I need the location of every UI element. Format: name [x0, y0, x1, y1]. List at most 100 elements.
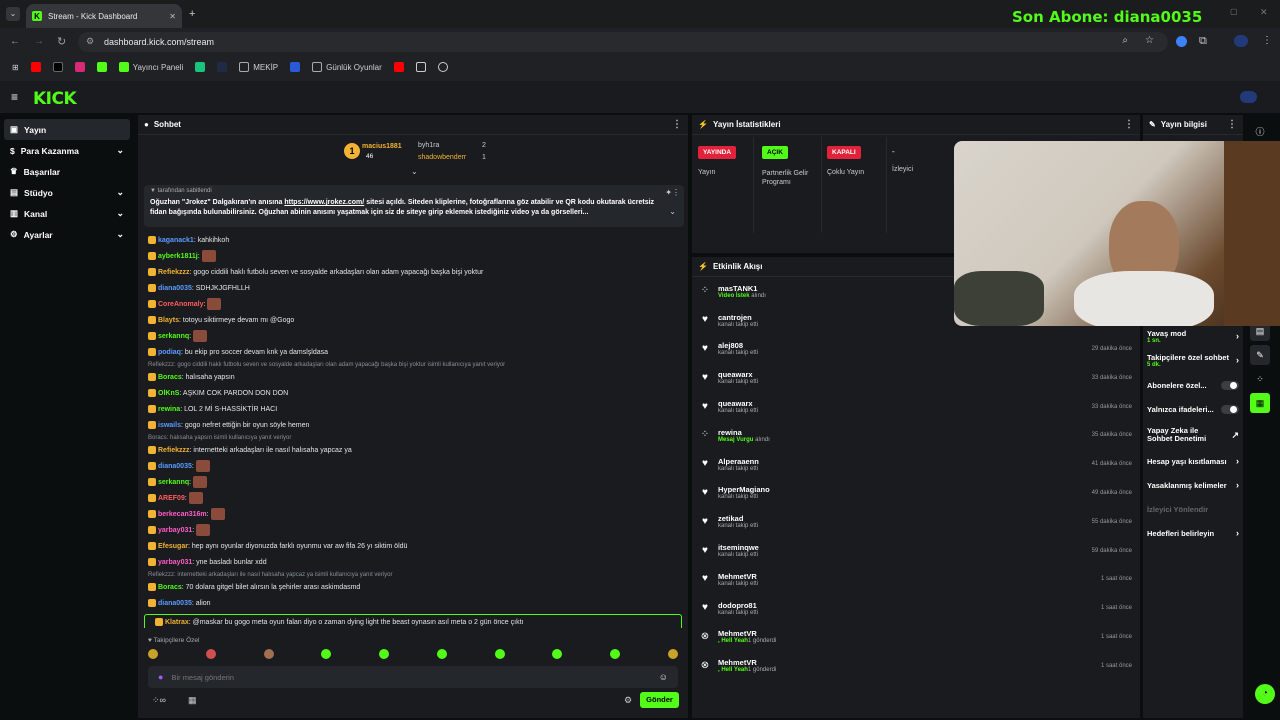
bookmark-mekip[interactable]: MEKİP [235, 58, 282, 76]
bookmark-blue[interactable] [286, 58, 304, 76]
new-tab-button[interactable]: + [189, 8, 195, 20]
chat-message[interactable]: berkecan316m: [138, 507, 688, 523]
bookmark-yayinci-paneli[interactable]: Yayıncı Paneli [115, 58, 188, 76]
close-tab-icon[interactable]: ✕ [169, 12, 176, 21]
chat-message[interactable]: Refiekzzz: internetteki arkadaşları ile … [138, 443, 688, 459]
sidebar-item-kanal[interactable]: ▥ Kanal ⌄ [4, 203, 130, 224]
banned-words-setting[interactable]: Yasaklanmış kelimeler › [1143, 473, 1243, 497]
goals-setting[interactable]: Hedefleri belirleyin › [1143, 521, 1243, 545]
minimize-icon[interactable]: ▢ [1230, 7, 1238, 16]
event-item[interactable]: ⊗ MehmetVR, Hell Yeah1 gönderdi 1 saat önc… [692, 623, 1140, 652]
zoom-icon[interactable]: ⌕ [1122, 35, 1128, 46]
bookmark-youtube-2[interactable] [390, 58, 408, 76]
chat-message[interactable]: serkannq: [138, 329, 688, 345]
chat-message[interactable]: diana0035: [138, 459, 688, 475]
chat-username[interactable]: Efesugar [158, 543, 188, 550]
chat-username[interactable]: rewina [158, 406, 180, 413]
calendar-icon[interactable]: ▦ [188, 695, 197, 706]
extensions-puzzle-icon[interactable]: ⧉ [1199, 35, 1207, 48]
kebab-menu-icon[interactable]: ⋮ [672, 119, 682, 130]
bookmark-globe[interactable] [434, 58, 452, 76]
chat-username[interactable]: Refiekzzz [158, 269, 190, 276]
sidebar-item-yayin[interactable]: ▣ Yayın [4, 119, 130, 140]
chat-username[interactable]: kaganack1 [158, 237, 194, 244]
event-item[interactable]: ♥ queawarx kanalı takip etti 33 dakika önce [692, 392, 1140, 421]
kick-logo[interactable]: KICK [33, 89, 77, 109]
sidebar-item-studyo[interactable]: ▤ Stüdyo ⌄ [4, 182, 130, 203]
slow-mode-setting[interactable]: Yavaş mod 1 sn. › [1143, 325, 1243, 347]
chat-username[interactable]: serkannq [158, 479, 189, 486]
chat-message[interactable]: podiaq: bu ekip pro soccer devam knk ya … [138, 345, 688, 361]
bookmark-prime[interactable] [213, 58, 231, 76]
event-item[interactable]: ⊗ MehmetVR, Hell Yeah1 gönderdi 1 saat önc… [692, 651, 1140, 680]
emotes-only-setting[interactable]: Yalnızca ifadeleri... [1143, 397, 1243, 421]
emote-button[interactable] [148, 649, 158, 659]
send-button[interactable]: Gönder [640, 692, 679, 708]
chat-message[interactable]: yarbay031: yne basladı bunlar xdd [138, 555, 688, 571]
emote-button[interactable] [552, 649, 563, 659]
chat-message[interactable]: serkannq: [138, 475, 688, 491]
event-item[interactable]: ♥ queawarx kanalı takip etti 33 dakika önce [692, 363, 1140, 392]
kebab-menu-icon[interactable]: ⋮ [672, 188, 680, 197]
account-age-setting[interactable]: Hesap yaşı kısıtlaması › [1143, 449, 1243, 473]
chat-username[interactable]: AREF09 [158, 495, 185, 502]
bookmark-green[interactable] [191, 58, 209, 76]
emote-button[interactable] [610, 649, 621, 659]
reload-icon[interactable]: ↻ [57, 35, 66, 48]
bookmark-kick[interactable] [93, 58, 111, 76]
chat-username[interactable]: Klatrax [165, 619, 189, 626]
emoji-icon[interactable]: ☺ [659, 672, 668, 682]
followers-chat-setting[interactable]: Takipçilere özel sohbet 5 dk. › [1143, 347, 1243, 373]
chat-username[interactable]: ayberk1811j [158, 253, 198, 260]
window-close-icon[interactable]: ✕ [1260, 7, 1268, 18]
calculator-icon[interactable]: ▦ [1250, 393, 1270, 413]
message-input[interactable] [171, 672, 651, 682]
chat-message[interactable]: Boracs: halısaha yapsın [138, 370, 688, 386]
browser-menu-icon[interactable]: ⋮ [1262, 35, 1272, 46]
microphone-icon[interactable]: ● [158, 672, 163, 682]
event-item[interactable]: ♥ zetikad kanalı takip etti 55 dakika önce [692, 507, 1140, 536]
chat-message[interactable]: Blayts: totoyu siktirmeye devam mı @Gogo [138, 313, 688, 329]
chat-username[interactable]: Boracs [158, 584, 182, 591]
chat-username[interactable]: CoreAnomaly [158, 301, 204, 308]
subscribers-only-toggle[interactable] [1221, 380, 1239, 390]
event-item[interactable]: ♥ MehmetVR kanalı takip etti 1 saat önce [692, 565, 1140, 594]
profile-avatar[interactable] [1234, 35, 1248, 47]
chat-message[interactable]: Refiekzzz: gogo ciddili haklı futbolu se… [138, 265, 688, 281]
emote-button[interactable] [205, 649, 216, 659]
chat-message[interactable]: diana0035: alion [138, 596, 688, 612]
pin-icon[interactable]: ✦ [665, 188, 672, 197]
emote-button[interactable] [321, 649, 332, 659]
kebab-menu-icon[interactable]: ⋮ [1124, 119, 1134, 130]
nodes-icon[interactable]: ⁘ [1250, 369, 1270, 389]
bookmark-instagram[interactable] [71, 58, 89, 76]
chat-username[interactable]: Boracs [158, 374, 182, 381]
forward-arrow-icon[interactable]: → [34, 36, 44, 47]
browser-tab[interactable]: K Stream - Kick Dashboard ✕ [26, 4, 182, 28]
chat-message[interactable]: Boracs: 70 dolara gitgel bilet alırsın l… [138, 580, 688, 596]
chat-username[interactable]: OlKnS [158, 390, 179, 397]
chat-username[interactable]: yarbay031 [158, 527, 192, 534]
chat-username[interactable]: iswails [158, 422, 181, 429]
wrench-icon[interactable]: ✎ [1250, 345, 1270, 365]
back-arrow-icon[interactable]: ← [10, 36, 20, 47]
subscribers-only-setting[interactable]: Abonelere özel... [1143, 373, 1243, 397]
chat-username[interactable]: diana0035 [158, 463, 192, 470]
chat-username[interactable]: berkecan316m [158, 511, 207, 518]
bookmark-x[interactable] [49, 58, 67, 76]
expand-gifters-icon[interactable]: ⌄ [411, 167, 418, 176]
event-item[interactable]: ♥ Alperaaenn kanalı takip etti 41 dakika ön… [692, 450, 1140, 479]
tab-list-button[interactable]: ⌄ [6, 7, 20, 21]
help-chat-icon[interactable]: ◔ [1255, 684, 1275, 704]
bookmark-star-icon[interactable]: ☆ [1145, 35, 1154, 46]
chevron-down-icon[interactable]: ⌄ [669, 207, 676, 216]
extension-icon[interactable] [1176, 36, 1187, 47]
chat-message[interactable]: diana0035: SDHJKJGFHLLH [138, 281, 688, 297]
chat-message[interactable]: ayberk1811j: [138, 249, 688, 265]
chat-message[interactable]: AREF09: [138, 491, 688, 507]
event-item[interactable]: ⁘ rewina Mesaj Vurgu alındı 35 dakika önce [692, 421, 1140, 450]
emote-button[interactable] [263, 649, 274, 659]
emote-button[interactable] [379, 649, 390, 659]
bookmark-youtube[interactable] [27, 58, 45, 76]
info-icon[interactable]: ⓘ [1250, 121, 1270, 141]
